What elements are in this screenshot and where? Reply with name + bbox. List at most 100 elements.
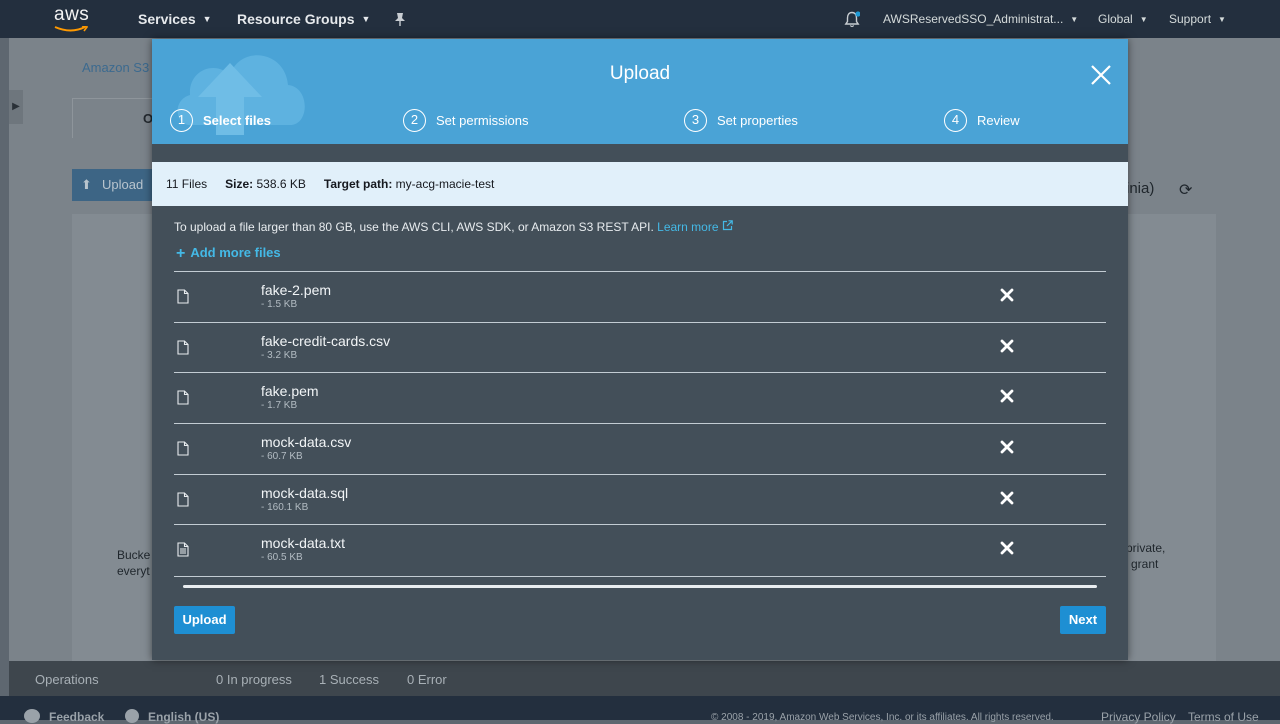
remove-file-icon[interactable] bbox=[1000, 491, 1014, 505]
region-menu[interactable]: Global ▼ bbox=[1098, 12, 1148, 26]
file-size: - 60.7 KB bbox=[261, 451, 303, 463]
language-selector[interactable]: English (US) bbox=[148, 710, 219, 724]
add-more-label: Add more files bbox=[190, 245, 281, 260]
learn-more-link[interactable]: Learn more bbox=[657, 220, 733, 234]
chevron-down-icon: ▼ bbox=[202, 14, 212, 24]
upload-dialog: Upload 1 Select files 2 Set permissions … bbox=[152, 39, 1128, 660]
step-label: Review bbox=[977, 113, 1020, 128]
note-text: To upload a file larger than 80 GB, use … bbox=[174, 220, 654, 234]
bell-icon[interactable] bbox=[844, 11, 860, 28]
upload-button[interactable]: Upload bbox=[174, 606, 235, 634]
step-set-properties[interactable]: 3 Set properties bbox=[684, 109, 824, 133]
file-size: - 3.2 KB bbox=[261, 349, 298, 361]
upload-summary: 11 Files Size: 538.6 KB Target path: my-ac… bbox=[152, 162, 1128, 206]
feedback-icon bbox=[24, 709, 40, 723]
operations-error[interactable]: 0 Error bbox=[407, 672, 447, 687]
refresh-icon[interactable]: ⟳ bbox=[1179, 180, 1192, 200]
file-row: fake-credit-cards.csv - 3.2 KB bbox=[174, 321, 1106, 373]
size-value: 538.6 KB bbox=[256, 177, 306, 191]
page-footer: Feedback English (US) © 2008 - 2019, Ama… bbox=[0, 696, 1280, 724]
remove-file-icon[interactable] bbox=[1000, 339, 1014, 353]
file-icon bbox=[177, 492, 189, 507]
divider bbox=[174, 576, 1106, 577]
region-label: Global bbox=[1098, 12, 1133, 26]
background-upload-button[interactable]: ⬆ Upload bbox=[72, 169, 154, 201]
account-label: AWSReservedSSO_Administrat... bbox=[883, 12, 1064, 26]
step-select-files[interactable]: 1 Select files bbox=[170, 109, 300, 133]
background-text-line: Bucke bbox=[117, 548, 151, 562]
account-menu[interactable]: AWSReservedSSO_Administrat... ▼ bbox=[883, 12, 1078, 26]
step-label: Set properties bbox=[717, 113, 798, 128]
step-number: 3 bbox=[684, 109, 707, 132]
remove-file-icon[interactable] bbox=[1000, 541, 1014, 555]
terms-of-use-link[interactable]: Terms of Use bbox=[1188, 710, 1259, 724]
file-row: mock-data.txt - 60.5 KB bbox=[174, 524, 1106, 575]
breadcrumb[interactable]: Amazon S3 bbox=[82, 60, 149, 75]
upload-size-note: To upload a file larger than 80 GB, use … bbox=[174, 220, 733, 234]
file-size: - 1.5 KB bbox=[261, 299, 298, 310]
file-size: - 60.5 KB bbox=[261, 552, 303, 564]
step-number: 2 bbox=[403, 109, 426, 132]
background-text-right: private, grant bbox=[1126, 540, 1165, 572]
chevron-down-icon: ▼ bbox=[1218, 15, 1226, 24]
tab-overview[interactable]: O bbox=[72, 98, 162, 138]
step-label: Select files bbox=[203, 113, 271, 128]
chevron-down-icon: ▼ bbox=[361, 14, 371, 24]
step-number: 4 bbox=[944, 109, 967, 132]
operations-in-progress[interactable]: 0 In progress bbox=[216, 672, 292, 687]
horizontal-scrollbar[interactable] bbox=[183, 585, 1097, 588]
copyright-text: © 2008 - 2019, Amazon Web Services, Inc.… bbox=[711, 712, 1054, 723]
remove-file-icon[interactable] bbox=[1000, 440, 1014, 454]
dialog-title: Upload bbox=[609, 63, 671, 84]
aws-logo-text: aws bbox=[54, 4, 90, 25]
file-name: fake-credit-cards.csv bbox=[261, 332, 391, 349]
services-label: Services bbox=[138, 11, 196, 27]
support-menu[interactable]: Support ▼ bbox=[1169, 12, 1226, 26]
upload-dialog-header: Upload 1 Select files 2 Set permissions … bbox=[152, 39, 1128, 144]
resource-groups-label: Resource Groups bbox=[237, 11, 355, 27]
file-size: - 160.1 KB bbox=[261, 501, 309, 513]
step-set-permissions[interactable]: 2 Set permissions bbox=[403, 109, 553, 133]
file-text-icon bbox=[177, 542, 189, 557]
remove-file-icon[interactable] bbox=[1000, 389, 1014, 403]
file-size: - 1.7 KB bbox=[261, 400, 298, 412]
file-row: fake-2.pem - 1.5 KB bbox=[174, 271, 1106, 322]
size-label: Size: bbox=[225, 177, 254, 191]
file-icon bbox=[177, 441, 189, 456]
operations-bar: Operations 0 In progress 1 Success 0 Err… bbox=[9, 661, 1280, 696]
file-row: mock-data.sql - 160.1 KB bbox=[174, 473, 1106, 525]
chevron-down-icon: ▼ bbox=[1070, 15, 1079, 24]
header-spacer bbox=[152, 144, 1128, 162]
background-region-text: inia) bbox=[1126, 180, 1155, 197]
external-link-icon bbox=[722, 220, 733, 231]
next-button[interactable]: Next bbox=[1060, 606, 1106, 634]
file-row: mock-data.csv - 60.7 KB bbox=[174, 423, 1106, 474]
resource-groups-menu[interactable]: Resource Groups ▼ bbox=[237, 11, 370, 27]
aws-smile-icon bbox=[54, 26, 88, 32]
file-row: fake.pem - 1.7 KB bbox=[174, 372, 1106, 423]
background-text-line: private, bbox=[1126, 541, 1166, 555]
file-name: mock-data.txt bbox=[261, 535, 346, 552]
feedback-link[interactable]: Feedback bbox=[49, 710, 104, 724]
remove-file-icon[interactable] bbox=[1000, 288, 1014, 302]
top-navigation-bar: aws Services ▼ Resource Groups ▼ AWSReserv… bbox=[0, 0, 1280, 38]
learn-more-label: Learn more bbox=[657, 220, 719, 234]
file-name: fake.pem bbox=[261, 383, 319, 400]
services-menu[interactable]: Services ▼ bbox=[138, 11, 212, 27]
operations-label[interactable]: Operations bbox=[35, 672, 99, 687]
file-name: mock-data.sql bbox=[261, 484, 349, 501]
add-more-files-button[interactable]: + Add more files bbox=[176, 245, 281, 263]
close-icon[interactable] bbox=[1090, 64, 1112, 86]
background-text-left: Bucke everyt bbox=[117, 547, 150, 579]
plus-icon: + bbox=[176, 245, 186, 262]
file-list: fake-2.pem - 1.5 KB fake-credit-cards.cs… bbox=[174, 271, 1106, 575]
background-text-line: grant bbox=[1131, 557, 1159, 571]
sidebar-expand-icon[interactable]: ▶ bbox=[9, 90, 23, 124]
background-text-line: everyt bbox=[117, 564, 150, 578]
file-name: mock-data.csv bbox=[261, 434, 352, 451]
privacy-policy-link[interactable]: Privacy Policy bbox=[1101, 710, 1176, 724]
pushpin-icon[interactable] bbox=[394, 12, 406, 26]
operations-success[interactable]: 1 Success bbox=[319, 672, 379, 687]
step-review[interactable]: 4 Review bbox=[944, 109, 1044, 133]
background-upload-label: Upload bbox=[102, 177, 144, 192]
